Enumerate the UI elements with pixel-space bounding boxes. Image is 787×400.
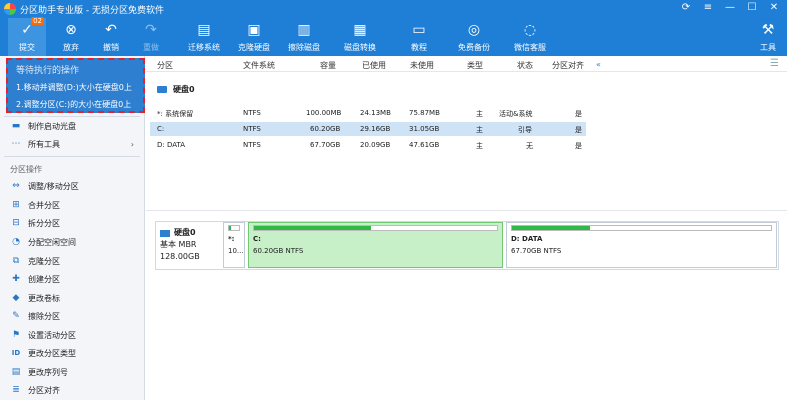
pending-count-badge: 02 [31, 17, 44, 25]
table-row-selected[interactable]: C: NTFS 60.20GB 29.16GB 31.05GB 主 引导 是 [150, 122, 586, 136]
usage-bar [228, 225, 240, 231]
divider [4, 116, 140, 117]
op-wipe-partition[interactable]: ✎ 擦除分区 [10, 308, 140, 324]
op-create-partition[interactable]: ✚ 创建分区 [10, 271, 140, 287]
map-partition-d[interactable]: D: DATA 67.70GB NTFS [506, 222, 777, 268]
window-controls: ⟳ ≡ — ☐ ✕ [679, 2, 781, 13]
col-alignment[interactable]: 分区对齐 [552, 60, 584, 71]
tools-icon: ⚒ [761, 22, 775, 38]
pending-operation-item[interactable]: 1.移动并调整(D:)大小在硬盘0上 [16, 82, 135, 93]
op-change-label[interactable]: ◆ 更改卷标 [10, 290, 140, 306]
table-row[interactable]: *: 系统保留 NTFS 100.00MB 24.13MB 75.87MB 主 … [150, 106, 586, 120]
map-partition-c[interactable]: C: 60.20GB NTFS [248, 222, 503, 268]
cancel-circle-icon: ⊗ [65, 22, 77, 38]
tutorial-button[interactable]: ▭ 教程 [404, 18, 434, 56]
tools-button[interactable]: ⚒ 工具 [754, 18, 782, 56]
view-toggle-icon[interactable]: ☰ [770, 58, 779, 69]
disk-header: 硬盘0 [157, 84, 195, 95]
split-icon: ⊟ [12, 218, 20, 228]
op-split[interactable]: ⊟ 拆分分区 [10, 215, 140, 231]
clone-icon: ⧉ [12, 256, 20, 266]
close-icon[interactable]: ✕ [767, 2, 781, 13]
disk-icon [157, 86, 167, 93]
disk-map-info: 硬盘0 基本 MBR 128.00GB [160, 228, 200, 261]
wipe-disk-button[interactable]: ▥ 擦除磁盘 [284, 18, 324, 56]
partition-table-header: 分区 文件系统 容量 已使用 未使用 类型 状态 分区对齐 « ☰ [146, 56, 787, 72]
op-merge[interactable]: ⊞ 合并分区 [10, 197, 140, 213]
tutorial-icon: ▭ [412, 22, 426, 38]
op-clone-partition[interactable]: ⧉ 克隆分区 [10, 253, 140, 269]
col-filesystem[interactable]: 文件系统 [243, 60, 275, 71]
col-type[interactable]: 类型 [467, 60, 483, 71]
usage-bar [511, 225, 772, 231]
maximize-icon[interactable]: ☐ [745, 2, 759, 13]
op-allocate-free-space[interactable]: ◔ 分配空闲空间 [10, 234, 140, 250]
make-boot-disc-item[interactable]: ▬ 制作启动光盘 [10, 118, 140, 134]
boot-disc-icon: ▬ [11, 121, 21, 131]
op-change-type[interactable]: ID 更改分区类型 [10, 345, 140, 361]
merge-icon: ⊞ [12, 200, 20, 210]
resize-icon: ⇔ [12, 181, 20, 191]
col-status[interactable]: 状态 [517, 60, 533, 71]
serial-icon: ▤ [11, 367, 21, 377]
backup-icon: ◎ [467, 22, 481, 38]
col-capacity[interactable]: 容量 [320, 60, 336, 71]
menu-icon[interactable]: ≡ [701, 2, 715, 13]
clone-disk-button[interactable]: ▣ 克隆硬盘 [234, 18, 274, 56]
disk-icon [160, 229, 170, 237]
col-used[interactable]: 已使用 [362, 60, 386, 71]
chevron-right-icon: › [130, 139, 134, 149]
migrate-os-button[interactable]: ▤ 迁移系统 [184, 18, 224, 56]
collapse-chevron-icon[interactable]: « [596, 60, 601, 69]
all-tools-icon: ⋯ [11, 139, 21, 149]
window-title-text: 分区助手专业版 - 无损分区免费软件 [20, 5, 164, 16]
convert-disk-icon: ▦ [353, 22, 367, 38]
minimize-icon[interactable]: — [723, 2, 737, 13]
col-partition[interactable]: 分区 [157, 60, 173, 71]
usage-bar [253, 225, 498, 231]
allocate-icon: ◔ [12, 237, 20, 247]
all-tools-item[interactable]: ⋯ 所有工具 › [10, 136, 140, 152]
redo-button[interactable]: ↷ 重做 [134, 18, 168, 56]
create-icon: ✚ [12, 274, 20, 284]
wechat-support-button[interactable]: ◌ 微信客服 [510, 18, 550, 56]
discard-button[interactable]: ⊗ 放弃 [54, 18, 88, 56]
undo-button[interactable]: ↶ 撤销 [94, 18, 128, 56]
wipe-disk-icon: ▥ [297, 22, 311, 38]
refresh-icon[interactable]: ⟳ [679, 2, 693, 13]
undo-icon: ↶ [105, 22, 117, 38]
partition-ops-section-title: 分区操作 [10, 165, 42, 174]
label-icon: ◆ [12, 293, 20, 303]
migrate-os-icon: ▤ [197, 22, 211, 38]
pending-operations-panel: 等待执行的操作 1.移动并调整(D:)大小在硬盘0上 2.调整分区(C:)的大小… [6, 58, 145, 113]
free-backup-button[interactable]: ◎ 免费备份 [454, 18, 494, 56]
pending-operations-header: 等待执行的操作 [16, 66, 80, 76]
col-unused[interactable]: 未使用 [410, 60, 434, 71]
toolbar: ✓ 02 提交 ⊗ 放弃 ↶ 撤销 ↷ 重做 ▤ 迁移系统 ▣ 克隆硬盘 ▥ 擦… [0, 17, 787, 56]
pending-operation-item[interactable]: 2.调整分区(C:)的大小在硬盘0上 [16, 99, 135, 110]
divider [4, 156, 140, 157]
wipe-icon: ✎ [12, 311, 20, 321]
title-and-toolbar: 分区助手专业版 - 无损分区免费软件 ⟳ ≡ — ☐ ✕ ✓ 02 提交 ⊗ 放… [0, 0, 787, 56]
active-icon: ⚑ [11, 330, 21, 340]
wechat-icon: ◌ [523, 22, 537, 38]
convert-disk-button[interactable]: ▦ 磁盘转换 [340, 18, 380, 56]
map-partition-reserved[interactable]: *: 10... [223, 222, 245, 268]
op-change-serial[interactable]: ▤ 更改序列号 [10, 364, 140, 380]
redo-icon: ↷ [145, 22, 157, 38]
submit-button[interactable]: ✓ 02 提交 [8, 17, 46, 56]
align-icon: ≣ [12, 385, 20, 395]
clone-disk-icon: ▣ [247, 22, 261, 38]
window-title: 分区助手专业版 - 无损分区免费软件 [4, 2, 164, 16]
op-set-active[interactable]: ⚑ 设置活动分区 [10, 327, 140, 343]
op-resize-move[interactable]: ⇔ 调整/移动分区 [10, 178, 140, 194]
id-icon: ID [11, 349, 21, 357]
table-row[interactable]: D: DATA NTFS 67.70GB 20.09GB 47.61GB 主 无… [150, 138, 586, 152]
app-logo-icon [4, 3, 16, 15]
op-align[interactable]: ≣ 分区对齐 [10, 382, 140, 398]
